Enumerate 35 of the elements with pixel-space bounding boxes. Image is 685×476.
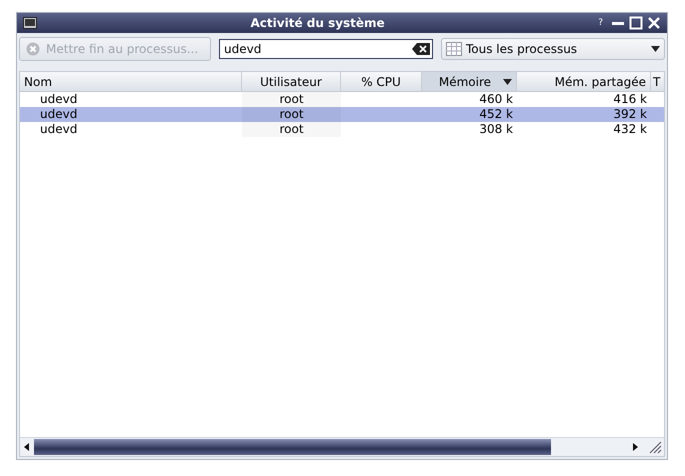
table-cell: udevd [40, 122, 78, 136]
table-cell: 308 k [479, 122, 513, 136]
monitor-icon [23, 17, 37, 29]
table-cell: 460 k [479, 92, 513, 106]
resize-grip-icon[interactable] [648, 440, 662, 454]
table-row[interactable]: udevd root 460 k 416 k [20, 92, 664, 107]
column-header[interactable]: Nom [20, 72, 242, 91]
table-icon [446, 42, 462, 56]
column-header[interactable]: Mémoire [422, 72, 517, 91]
table-cell: 392 k [613, 107, 647, 121]
column-header[interactable]: T [651, 72, 664, 91]
table-cell: root [279, 122, 304, 136]
dropdown-arrow-icon [651, 46, 660, 52]
process-filter-dropdown[interactable]: Tous les processus [441, 38, 665, 60]
column-header[interactable]: Mém. partagée [517, 72, 651, 91]
clear-icon[interactable] [412, 43, 430, 55]
search-input[interactable]: udevd [224, 42, 412, 56]
table-cell: root [279, 107, 304, 121]
table-row[interactable]: udevd root 452 k 392 k [20, 107, 664, 122]
table-cell: udevd [40, 107, 78, 121]
column-header[interactable]: Utilisateur [242, 72, 341, 91]
help-button[interactable]: ? [598, 18, 603, 28]
table-cell: root [279, 92, 304, 106]
close-button[interactable] [647, 16, 661, 30]
table-cell: 432 k [613, 122, 647, 136]
maximize-button[interactable] [629, 16, 643, 30]
horizontal-scrollbar[interactable] [20, 437, 664, 456]
search-field[interactable]: udevd [219, 39, 433, 59]
window-title: Activité du système [250, 16, 386, 30]
table-cell: 416 k [613, 92, 647, 106]
stop-icon [26, 42, 40, 56]
table-row[interactable]: udevd root 308 k 432 k [20, 122, 664, 137]
table-cell: 452 k [479, 107, 513, 121]
sort-descending-icon [503, 78, 512, 84]
table-cell: udevd [40, 92, 78, 106]
